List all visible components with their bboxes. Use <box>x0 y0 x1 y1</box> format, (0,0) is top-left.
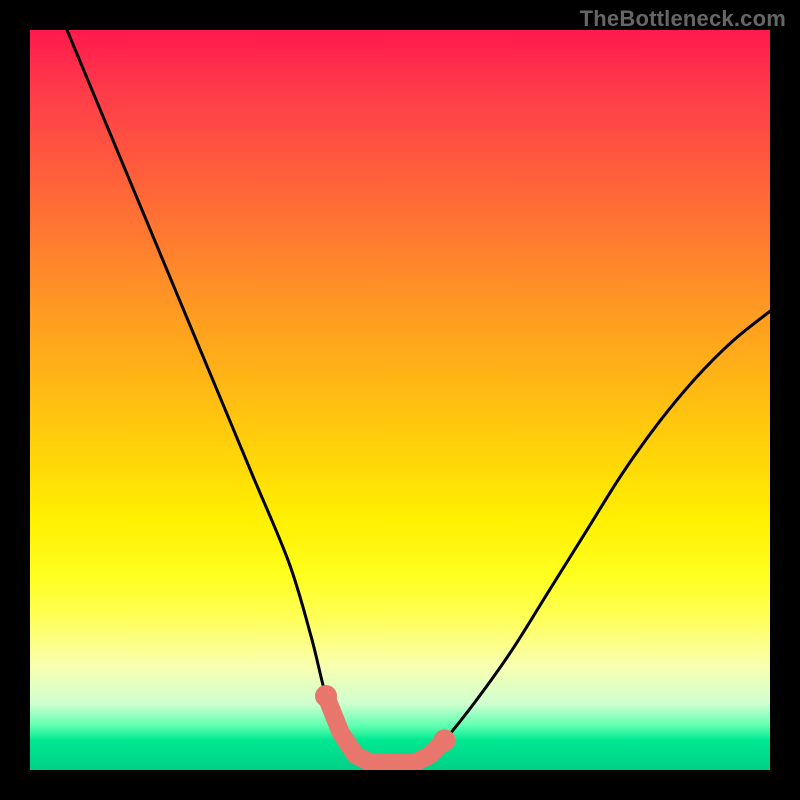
chart-frame: TheBottleneck.com <box>0 0 800 800</box>
curve-layer <box>30 30 770 770</box>
optimal-band-endpoint <box>433 729 455 751</box>
bottleneck-curve-line <box>67 30 770 763</box>
optimal-band-endpoint <box>315 685 337 707</box>
watermark-text: TheBottleneck.com <box>580 6 786 32</box>
optimal-band <box>315 685 455 763</box>
bottleneck-curve <box>67 30 770 763</box>
optimal-band-line <box>326 696 444 763</box>
plot-area <box>30 30 770 770</box>
